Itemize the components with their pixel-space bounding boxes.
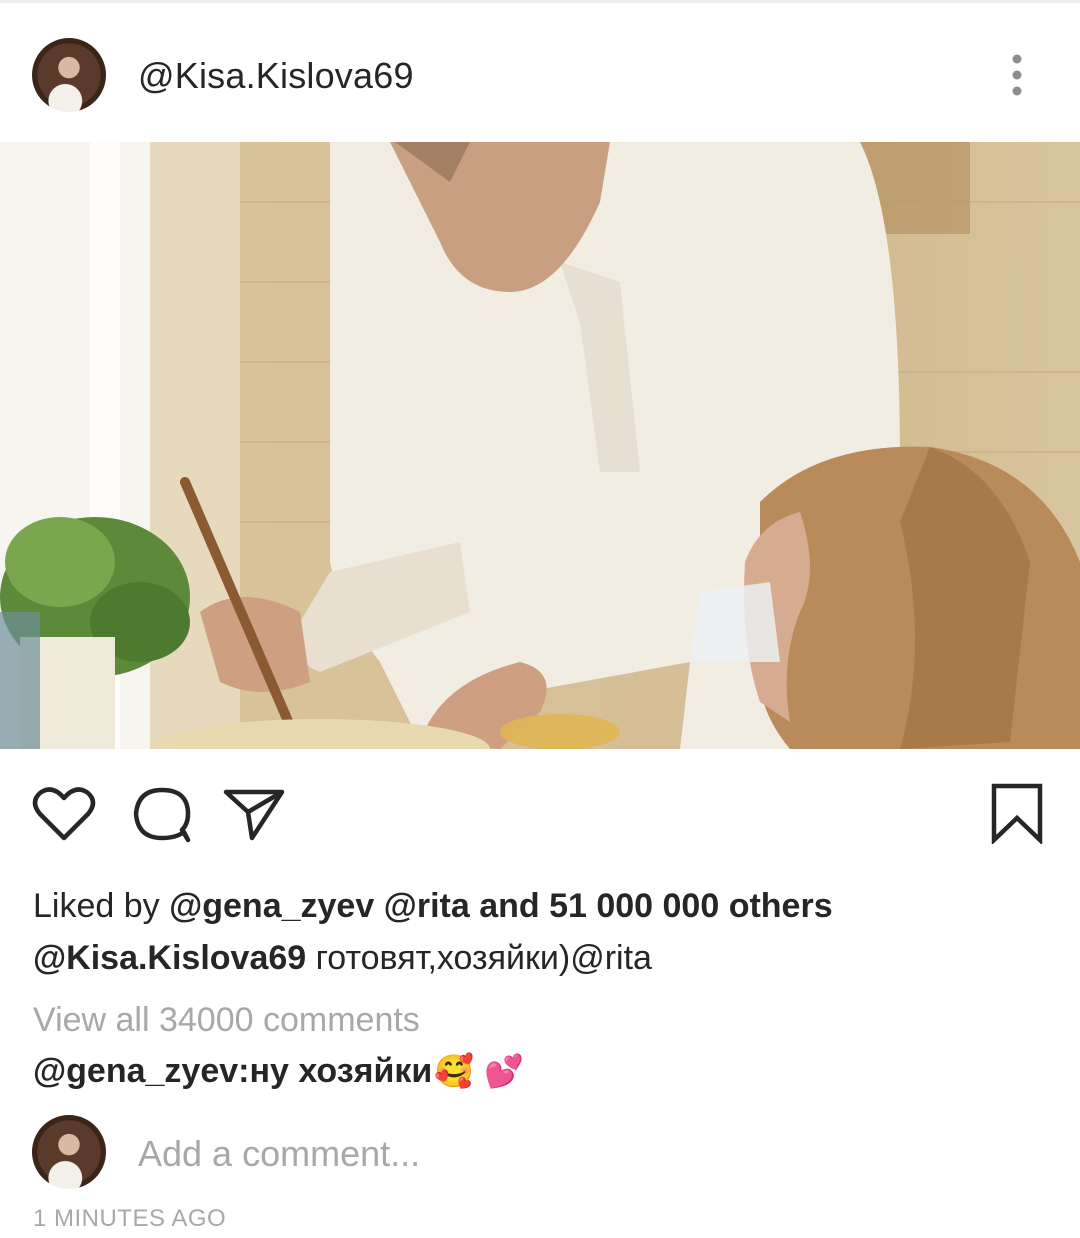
post-timestamp: 1 MINUTES AGO	[33, 1205, 227, 1232]
post-header: @Kisa.Kislova69	[0, 0, 1080, 142]
likes-summary[interactable]: Liked by @gena_zyev @rita and 51 000 000…	[33, 886, 833, 926]
current-user-avatar	[32, 1115, 106, 1189]
comment-emoji: 🥰 💕	[434, 1052, 525, 1090]
more-vertical-icon[interactable]	[1004, 53, 1030, 99]
likes-prefix: Liked by	[33, 887, 170, 925]
caption-author[interactable]: @Kisa.Kislova69	[33, 939, 306, 977]
post-caption: @Kisa.Kislova69 готовят,хозяйки)@rita	[33, 938, 652, 978]
likes-names-count[interactable]: @gena_zyev @rita and 51 000 000 others	[169, 887, 833, 925]
view-all-comments-link[interactable]: View all 34000 comments	[33, 1000, 420, 1040]
heart-icon[interactable]	[32, 784, 96, 844]
bookmark-icon[interactable]	[990, 782, 1044, 844]
instagram-post: @Kisa.Kislova69 Liked by @gena_zyev @rit…	[0, 0, 1080, 1238]
action-bar	[0, 770, 1080, 850]
post-photo[interactable]	[0, 142, 1080, 749]
author-avatar[interactable]	[32, 38, 106, 112]
comment-icon[interactable]	[130, 784, 194, 844]
send-icon[interactable]	[222, 784, 286, 844]
add-comment-input[interactable]	[138, 1132, 1038, 1176]
caption-text: готовят,хозяйки)@rita	[306, 939, 652, 977]
comment-text: @gena_zyev:ну хозяйки	[33, 1052, 433, 1090]
author-username[interactable]: @Kisa.Kislova69	[138, 55, 414, 97]
top-comment: @gena_zyev:ну хозяйки🥰 💕	[33, 1051, 524, 1091]
